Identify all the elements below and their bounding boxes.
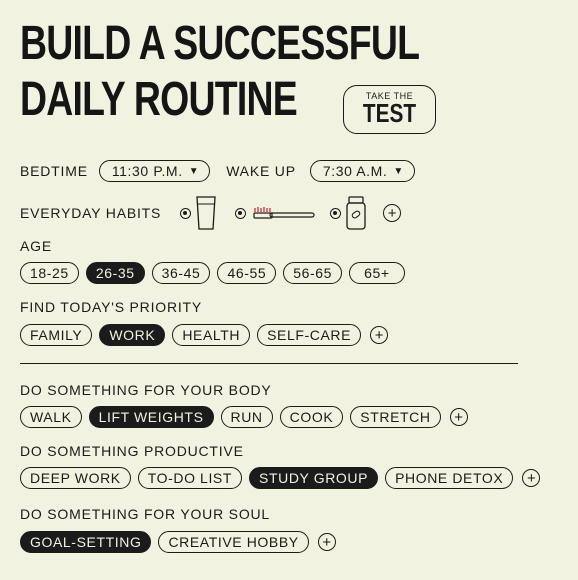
chevron-down-icon: ▼ xyxy=(188,165,200,177)
body-options: WALK LIFT WEIGHTS RUN COOK STRETCH + xyxy=(20,406,468,428)
body-label-row: DO SOMETHING FOR YOUR BODY xyxy=(20,382,272,398)
body-option[interactable]: COOK xyxy=(279,406,344,428)
body-option-selected[interactable]: LIFT WEIGHTS xyxy=(88,406,214,428)
title-line-2: DAILY ROUTINE xyxy=(20,73,298,126)
wakeup-dropdown[interactable]: 7:30 A.M. ▼ xyxy=(309,160,415,182)
title-line-1: BUILD A SUCCESSFUL xyxy=(20,17,420,70)
add-habit-button[interactable]: + xyxy=(383,204,402,222)
age-label-row: AGE xyxy=(20,238,52,254)
wakeup-label: WAKE UP xyxy=(226,163,296,179)
habit-vitamins-radio[interactable] xyxy=(330,207,342,219)
section-divider xyxy=(20,363,518,364)
soul-label: DO SOMETHING FOR YOUR SOUL xyxy=(20,506,271,522)
soul-option[interactable]: CREATIVE HOBBY xyxy=(158,531,309,553)
chevron-down-icon: ▼ xyxy=(393,165,404,177)
habits-label: EVERYDAY HABITS xyxy=(20,205,162,221)
productive-label-row: DO SOMETHING PRODUCTIVE xyxy=(20,443,244,459)
body-option[interactable]: STRETCH xyxy=(350,406,441,428)
add-priority-button[interactable]: + xyxy=(370,326,389,344)
priority-label-row: FIND TODAY'S PRIORITY xyxy=(20,299,202,315)
soul-option-selected[interactable]: GOAL-SETTING xyxy=(20,531,152,553)
wakeup-value: 7:30 A.M. xyxy=(322,163,388,179)
priority-options: FAMILY WORK HEALTH SELF-CARE + xyxy=(20,324,389,346)
soul-options: GOAL-SETTING CREATIVE HOBBY + xyxy=(20,531,336,553)
take-the-test-button[interactable]: TAKE THE TEST xyxy=(343,85,436,134)
body-option[interactable]: RUN xyxy=(220,406,273,428)
add-productive-activity-button[interactable]: + xyxy=(522,469,541,487)
test-button-big-label: TEST xyxy=(362,98,417,128)
productive-option[interactable]: DEEP WORK xyxy=(20,467,131,489)
soul-label-row: DO SOMETHING FOR YOUR SOUL xyxy=(20,506,270,522)
toothbrush-icon[interactable] xyxy=(250,204,316,222)
age-option[interactable]: 46-55 xyxy=(217,262,277,284)
productive-option[interactable]: TO-DO LIST xyxy=(137,467,243,489)
habit-water-radio[interactable] xyxy=(180,207,192,219)
productive-options: DEEP WORK TO-DO LIST STUDY GROUP PHONE D… xyxy=(20,467,541,489)
body-label: DO SOMETHING FOR YOUR BODY xyxy=(20,382,272,398)
body-option[interactable]: WALK xyxy=(20,406,82,428)
pill-bottle-icon[interactable] xyxy=(345,195,367,231)
habits-row: EVERYDAY HABITS + xyxy=(20,193,402,233)
priority-option[interactable]: SELF-CARE xyxy=(257,324,362,346)
age-option[interactable]: 65+ xyxy=(349,262,405,284)
priority-option-selected[interactable]: WORK xyxy=(99,324,166,346)
bedtime-dropdown[interactable]: 11:30 P.M. ▼ xyxy=(98,160,211,182)
bedtime-value: 11:30 P.M. xyxy=(111,163,183,179)
age-option[interactable]: 36-45 xyxy=(151,262,211,284)
glass-of-water-icon[interactable] xyxy=(195,195,217,231)
age-option[interactable]: 18-25 xyxy=(20,262,79,284)
productive-label: DO SOMETHING PRODUCTIVE xyxy=(20,443,244,459)
habit-toothbrush-radio[interactable] xyxy=(235,207,247,219)
age-options: 18-25 26-35 36-45 46-55 56-65 65+ xyxy=(20,262,412,284)
age-label: AGE xyxy=(20,238,52,254)
age-option-selected[interactable]: 26-35 xyxy=(85,262,145,284)
priority-label: FIND TODAY'S PRIORITY xyxy=(20,299,203,315)
bedtime-label: BEDTIME xyxy=(20,163,88,179)
priority-option[interactable]: HEALTH xyxy=(172,324,251,346)
productive-option-selected[interactable]: STUDY GROUP xyxy=(249,467,379,489)
priority-option[interactable]: FAMILY xyxy=(20,324,93,346)
age-option[interactable]: 56-65 xyxy=(283,262,343,284)
add-soul-activity-button[interactable]: + xyxy=(317,533,336,551)
productive-option[interactable]: PHONE DETOX xyxy=(385,467,514,489)
sleep-row: BEDTIME 11:30 P.M. ▼ WAKE UP 7:30 A.M. ▼ xyxy=(20,160,422,182)
add-body-activity-button[interactable]: + xyxy=(449,408,468,426)
